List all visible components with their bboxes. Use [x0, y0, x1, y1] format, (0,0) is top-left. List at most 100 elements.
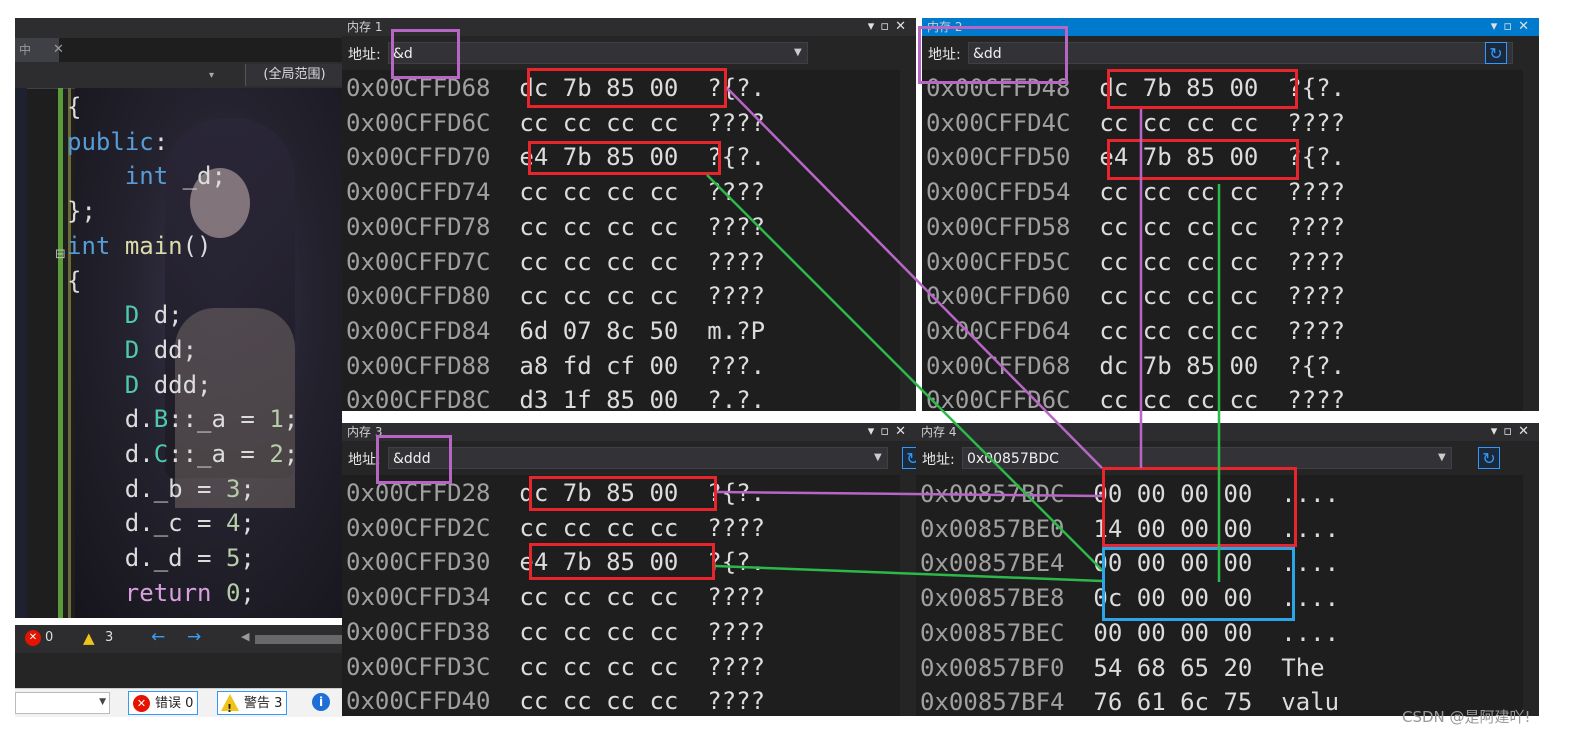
memory-row[interactable]: 0x00CFFD40 cc cc cc cc ???? [346, 684, 765, 716]
change-indicator-bar [58, 88, 63, 618]
close-icon[interactable]: ✕ [53, 38, 73, 62]
info-icon[interactable]: i [312, 693, 330, 711]
memory-row[interactable]: 0x00CFFD2C cc cc cc cc ???? [346, 511, 765, 546]
chevron-down-icon[interactable]: ▼ [794, 47, 802, 58]
memory-bytes: cc cc cc cc [490, 617, 679, 646]
vertical-scrollbar[interactable] [900, 70, 916, 411]
memory-ascii: ???. [678, 351, 766, 380]
chevron-down-icon[interactable]: ▼ [99, 697, 106, 707]
memory-row[interactable]: 0x00857BEC 00 00 00 00 .... [920, 616, 1339, 651]
chevron-down-icon[interactable]: ▼ [1438, 452, 1446, 463]
memory-bytes: d3 1f 85 00 [490, 386, 679, 411]
memory-row[interactable]: 0x00CFFD78 cc cc cc cc ???? [346, 210, 765, 245]
memory-row[interactable]: 0x00CFFD6C cc cc cc cc ???? [926, 383, 1345, 411]
memory-row[interactable]: 0x00CFFD58 cc cc cc cc ???? [926, 210, 1345, 245]
memory-bytes: cc cc cc cc [1070, 108, 1259, 137]
memory-row[interactable]: 0x00CFFD38 cc cc cc cc ???? [346, 615, 765, 650]
vertical-scrollbar[interactable] [1523, 475, 1539, 716]
memory-bytes: cc cc cc cc [490, 583, 679, 612]
code-line[interactable]: d._c = 4; [67, 506, 255, 540]
error-list-toolbar: ▼ ✕ 错误 0 ! 警告 3 i [15, 688, 345, 717]
code-line[interactable]: int main() [67, 229, 212, 263]
memory-address: 0x00CFFD38 [346, 617, 491, 646]
code-line[interactable]: d.C::_a = 2; [67, 437, 298, 471]
annotation-vbptr-box-3a [529, 476, 717, 511]
memory-address: 0x00CFFD30 [346, 548, 491, 577]
memory-address: 0x00857BDC [920, 480, 1065, 508]
errors-filter-button[interactable]: ✕ 错误 0 [128, 691, 199, 715]
vertical-scrollbar[interactable] [900, 475, 916, 716]
window-controls[interactable]: ▾▫✕ [868, 18, 912, 36]
memory-row[interactable]: 0x00CFFD80 cc cc cc cc ???? [346, 279, 765, 314]
memory-ascii: ???? [1258, 316, 1346, 345]
memory-row[interactable]: 0x00CFFD7C cc cc cc cc ???? [346, 245, 765, 280]
memory-ascii: ???? [678, 247, 766, 276]
refresh-icon[interactable]: ↻ [902, 447, 916, 469]
memory-row[interactable]: 0x00CFFD64 cc cc cc cc ???? [926, 314, 1345, 349]
address-input[interactable]: &ddd [388, 447, 888, 469]
code-line[interactable]: { [67, 90, 81, 124]
horizontal-scrollbar[interactable] [255, 635, 342, 644]
memory-row[interactable]: 0x00CFFD6C cc cc cc cc ???? [346, 106, 765, 141]
code-line[interactable]: return 0; [67, 576, 255, 610]
address-input[interactable]: 0x00857BDC [962, 447, 1452, 469]
code-line[interactable]: { [67, 264, 81, 298]
code-line[interactable]: d.B::_a = 1; [67, 402, 298, 436]
warnings-filter-button[interactable]: ! 警告 3 [217, 691, 288, 715]
memory-row[interactable]: 0x00CFFD54 cc cc cc cc ???? [926, 175, 1345, 210]
memory-address: 0x00CFFD60 [926, 282, 1071, 311]
memory-ascii: ???? [678, 282, 766, 311]
memory-address: 0x00CFFD64 [926, 316, 1071, 345]
refresh-icon[interactable]: ↻ [1485, 42, 1507, 64]
memory-ascii: ???? [1258, 247, 1346, 276]
refresh-icon[interactable]: ↻ [1478, 447, 1500, 469]
scroll-left-icon[interactable]: ◀ [241, 630, 249, 643]
memory-window-title[interactable]: 内存 4 ▾▫✕ [916, 423, 1539, 441]
memory-row[interactable]: 0x00CFFD4C cc cc cc cc ???? [926, 106, 1345, 141]
memory-row[interactable]: 0x00CFFD88 a8 fd cf 00 ???. [346, 349, 765, 384]
memory-address: 0x00857BE8 [920, 584, 1065, 613]
annotation-vbptr-box-3b [529, 543, 715, 580]
error-icon: ✕ [133, 695, 150, 712]
solution-dropdown[interactable]: ▼ [15, 692, 110, 714]
memory-bytes: dc 7b 85 00 [1070, 351, 1259, 380]
memory-row[interactable]: 0x00CFFD8C d3 1f 85 00 ?.?. [346, 383, 765, 411]
line-gutter [15, 88, 27, 618]
code-editor[interactable]: 中 ✕ ▾ (全局范围) ⊟ {public: int _d;}; int mai… [15, 18, 342, 618]
scope-dropdown[interactable]: (全局范围) [245, 64, 342, 86]
memory-row[interactable]: 0x00857BF4 76 61 6c 75 valu [920, 685, 1339, 716]
arrow-left-icon[interactable]: ← [151, 627, 165, 647]
chevron-down-icon[interactable]: ▾ [209, 70, 214, 81]
code-line[interactable]: D d; [67, 298, 183, 332]
memory-row[interactable]: 0x00CFFD84 6d 07 8c 50 m.?P [346, 314, 765, 349]
memory-bytes: 76 61 6c 75 [1064, 688, 1253, 716]
annotation-vbptr-box-1b [528, 141, 721, 175]
code-line[interactable]: d._d = 5; [67, 541, 255, 575]
memory-row[interactable]: 0x00CFFD68 dc 7b 85 00 ?{?. [926, 349, 1345, 384]
memory-row[interactable]: 0x00857BF0 54 68 65 20 The [920, 651, 1339, 686]
memory-row[interactable]: 0x00CFFD3C cc cc cc cc ???? [346, 650, 765, 685]
error-icon: ✕ [25, 630, 41, 646]
memory-window-title-label: 内存 1 [347, 20, 383, 34]
memory-row[interactable]: 0x00CFFD60 cc cc cc cc ???? [926, 279, 1345, 314]
code-line[interactable]: }; [67, 194, 96, 228]
vertical-scrollbar[interactable] [1523, 70, 1539, 411]
code-line[interactable]: D ddd; [67, 368, 212, 402]
code-line[interactable]: int _d; [67, 159, 226, 193]
memory-address: 0x00CFFD5C [926, 247, 1071, 276]
window-controls[interactable]: ▾▫✕ [1491, 423, 1535, 441]
memory-bytes: cc cc cc cc [490, 247, 679, 276]
window-controls[interactable]: ▾▫✕ [868, 423, 912, 441]
code-line[interactable]: D dd; [67, 333, 197, 367]
memory-address: 0x00CFFD58 [926, 212, 1071, 241]
memory-row[interactable]: 0x00CFFD74 cc cc cc cc ???? [346, 175, 765, 210]
code-line[interactable]: public: [67, 125, 168, 159]
memory-row[interactable]: 0x00CFFD5C cc cc cc cc ???? [926, 245, 1345, 280]
chevron-down-icon[interactable]: ▼ [874, 452, 882, 463]
code-line[interactable]: d._b = 3; [67, 472, 255, 506]
window-controls[interactable]: ▾▫✕ [1491, 18, 1535, 36]
arrow-right-icon[interactable]: → [187, 627, 201, 647]
memory-address: 0x00CFFD80 [346, 282, 491, 311]
collapse-icon[interactable]: ⊟ [55, 247, 66, 262]
memory-row[interactable]: 0x00CFFD34 cc cc cc cc ???? [346, 580, 765, 615]
